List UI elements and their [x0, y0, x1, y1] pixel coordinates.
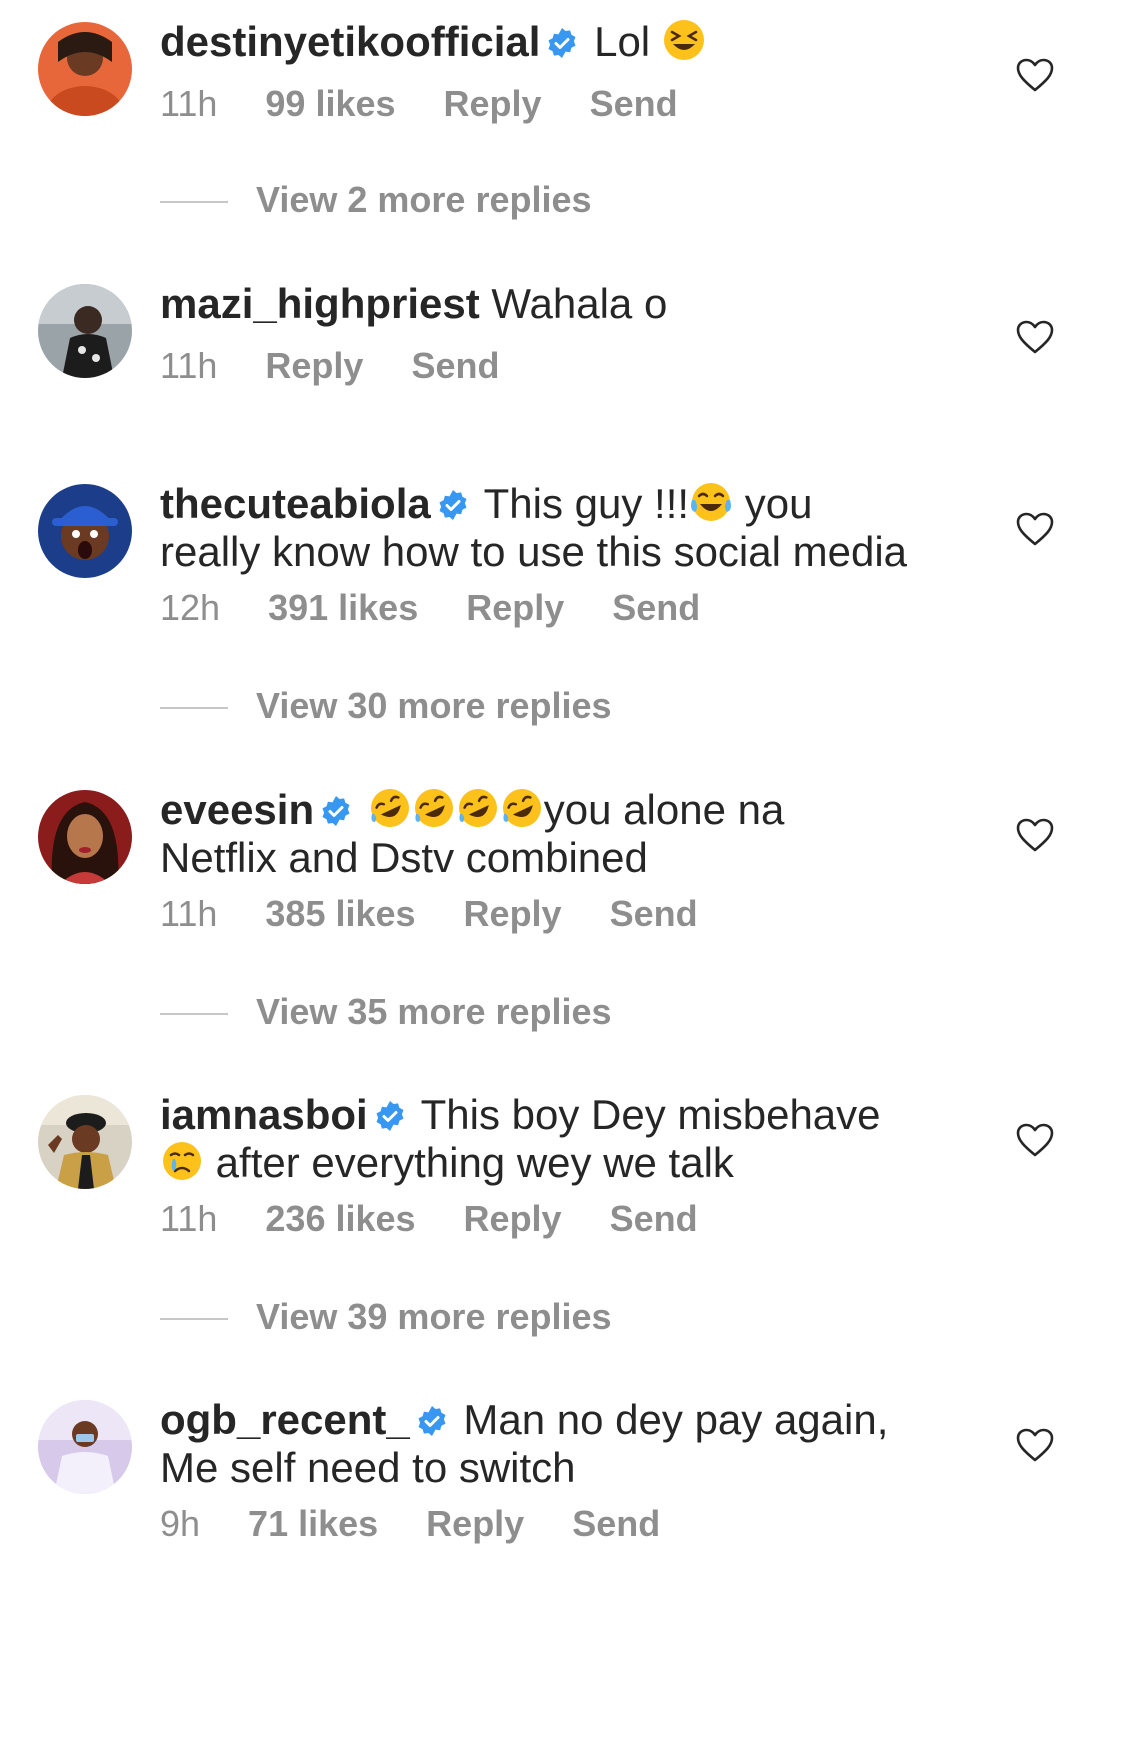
squinting-face-emoji-icon	[663, 20, 704, 60]
view-replies-label: View 35 more replies	[256, 991, 612, 1032]
comment-body: iamnasboi This boy Dey misbehave after e…	[160, 1091, 950, 1187]
heart-icon[interactable]	[1016, 1123, 1054, 1157]
tears-of-joy-emoji-icon	[691, 483, 732, 521]
comment-body: mazi_highpriest Wahala o	[160, 280, 950, 328]
heart-icon[interactable]	[1016, 320, 1054, 354]
verified-badge-icon	[376, 1101, 404, 1131]
rolling-laughing-emoji-icon	[458, 789, 497, 827]
replies-divider	[160, 1318, 228, 1321]
avatar[interactable]	[38, 22, 132, 116]
rolling-laughing-emoji-icon	[370, 789, 409, 827]
reply-button[interactable]: Reply	[444, 84, 542, 124]
send-button[interactable]: Send	[612, 588, 700, 628]
comment-text: Wahala o	[491, 280, 668, 327]
rolling-laughing-emoji-icon	[414, 789, 453, 827]
send-button[interactable]: Send	[610, 894, 698, 934]
comment-body: eveesin you alone na Netflix and Dstv co…	[160, 786, 950, 882]
comment-text-line2: Me self need to switch	[160, 1444, 576, 1491]
comment-time: 12h	[160, 587, 221, 628]
send-button[interactable]: Send	[590, 84, 678, 124]
comment-time: 11h	[160, 345, 218, 386]
likes-count[interactable]: 385 likes	[265, 894, 415, 934]
comment-body: ogb_recent_ Man no dey pay again, Me sel…	[160, 1396, 950, 1492]
view-more-replies-button[interactable]: View 30 more replies	[160, 686, 612, 726]
comment-text: This boy Dey misbehave	[420, 1091, 881, 1138]
heart-icon[interactable]	[1016, 512, 1054, 546]
heart-icon[interactable]	[1016, 58, 1054, 92]
avatar[interactable]	[38, 284, 132, 378]
send-button[interactable]: Send	[610, 1199, 698, 1239]
comment-body: destinyetikoofficial Lol	[160, 18, 950, 66]
view-replies-label: View 39 more replies	[256, 1296, 612, 1337]
reply-button[interactable]: Reply	[466, 588, 564, 628]
reply-button[interactable]: Reply	[265, 346, 363, 386]
rolling-laughing-emoji-icon	[502, 789, 541, 827]
avatar[interactable]	[38, 1095, 132, 1189]
comment-meta: 11h 385 likes Reply Send	[160, 894, 746, 934]
username[interactable]: thecuteabiola	[160, 480, 431, 527]
verified-badge-icon	[418, 1406, 446, 1436]
comment-meta: 11h 236 likes Reply Send	[160, 1199, 746, 1239]
verified-badge-icon	[439, 490, 467, 520]
view-replies-label: View 2 more replies	[256, 179, 592, 220]
comment-text: This guy !!!	[483, 480, 690, 527]
avatar[interactable]	[38, 1400, 132, 1494]
username[interactable]: iamnasboi	[160, 1091, 368, 1138]
avatar[interactable]	[38, 484, 132, 578]
replies-divider	[160, 201, 228, 204]
comment-text-continued: you	[733, 480, 813, 527]
likes-count[interactable]: 71 likes	[248, 1504, 378, 1544]
username[interactable]: destinyetikoofficial	[160, 18, 540, 65]
send-button[interactable]: Send	[411, 346, 499, 386]
likes-count[interactable]: 99 likes	[265, 84, 395, 124]
likes-count[interactable]: 236 likes	[265, 1199, 415, 1239]
likes-count[interactable]: 391 likes	[268, 588, 418, 628]
comment-meta: 12h 391 likes Reply Send	[160, 588, 748, 628]
view-replies-label: View 30 more replies	[256, 685, 612, 726]
comment-text-line2: after everything wey we talk	[215, 1139, 734, 1186]
view-more-replies-button[interactable]: View 35 more replies	[160, 992, 612, 1032]
heart-icon[interactable]	[1016, 818, 1054, 852]
comment-time: 9h	[160, 1503, 201, 1544]
comment-text-line2: really know how to use this social media	[160, 528, 908, 575]
comment-text: Lol	[594, 18, 651, 65]
reply-button[interactable]: Reply	[464, 1199, 562, 1239]
comment-time: 11h	[160, 1198, 218, 1239]
comment-text-line2: Netflix and Dstv combined	[160, 834, 648, 881]
verified-badge-icon	[322, 796, 350, 826]
crying-face-emoji-icon	[163, 1142, 201, 1180]
reply-button[interactable]: Reply	[426, 1504, 524, 1544]
heart-icon[interactable]	[1016, 1428, 1054, 1462]
comment-time: 11h	[160, 893, 218, 934]
replies-divider	[160, 1013, 228, 1016]
reply-button[interactable]: Reply	[464, 894, 562, 934]
comment-text: Man no dey pay again,	[463, 1396, 889, 1443]
comment-text: you alone na	[543, 786, 785, 833]
view-more-replies-button[interactable]: View 39 more replies	[160, 1297, 612, 1337]
comment-meta: 11h Reply Send	[160, 346, 547, 386]
comment-time: 11h	[160, 83, 218, 124]
username[interactable]: mazi_highpriest	[160, 280, 480, 327]
comment-body: thecuteabiola This guy !!! you really kn…	[160, 480, 950, 576]
verified-badge-icon	[548, 28, 576, 58]
username[interactable]: eveesin	[160, 786, 314, 833]
send-button[interactable]: Send	[572, 1504, 660, 1544]
avatar[interactable]	[38, 790, 132, 884]
replies-divider	[160, 707, 228, 710]
view-more-replies-button[interactable]: View 2 more replies	[160, 180, 592, 220]
comment-meta: 11h 99 likes Reply Send	[160, 84, 726, 124]
username[interactable]: ogb_recent_	[160, 1396, 410, 1443]
comment-meta: 9h 71 likes Reply Send	[160, 1504, 708, 1544]
